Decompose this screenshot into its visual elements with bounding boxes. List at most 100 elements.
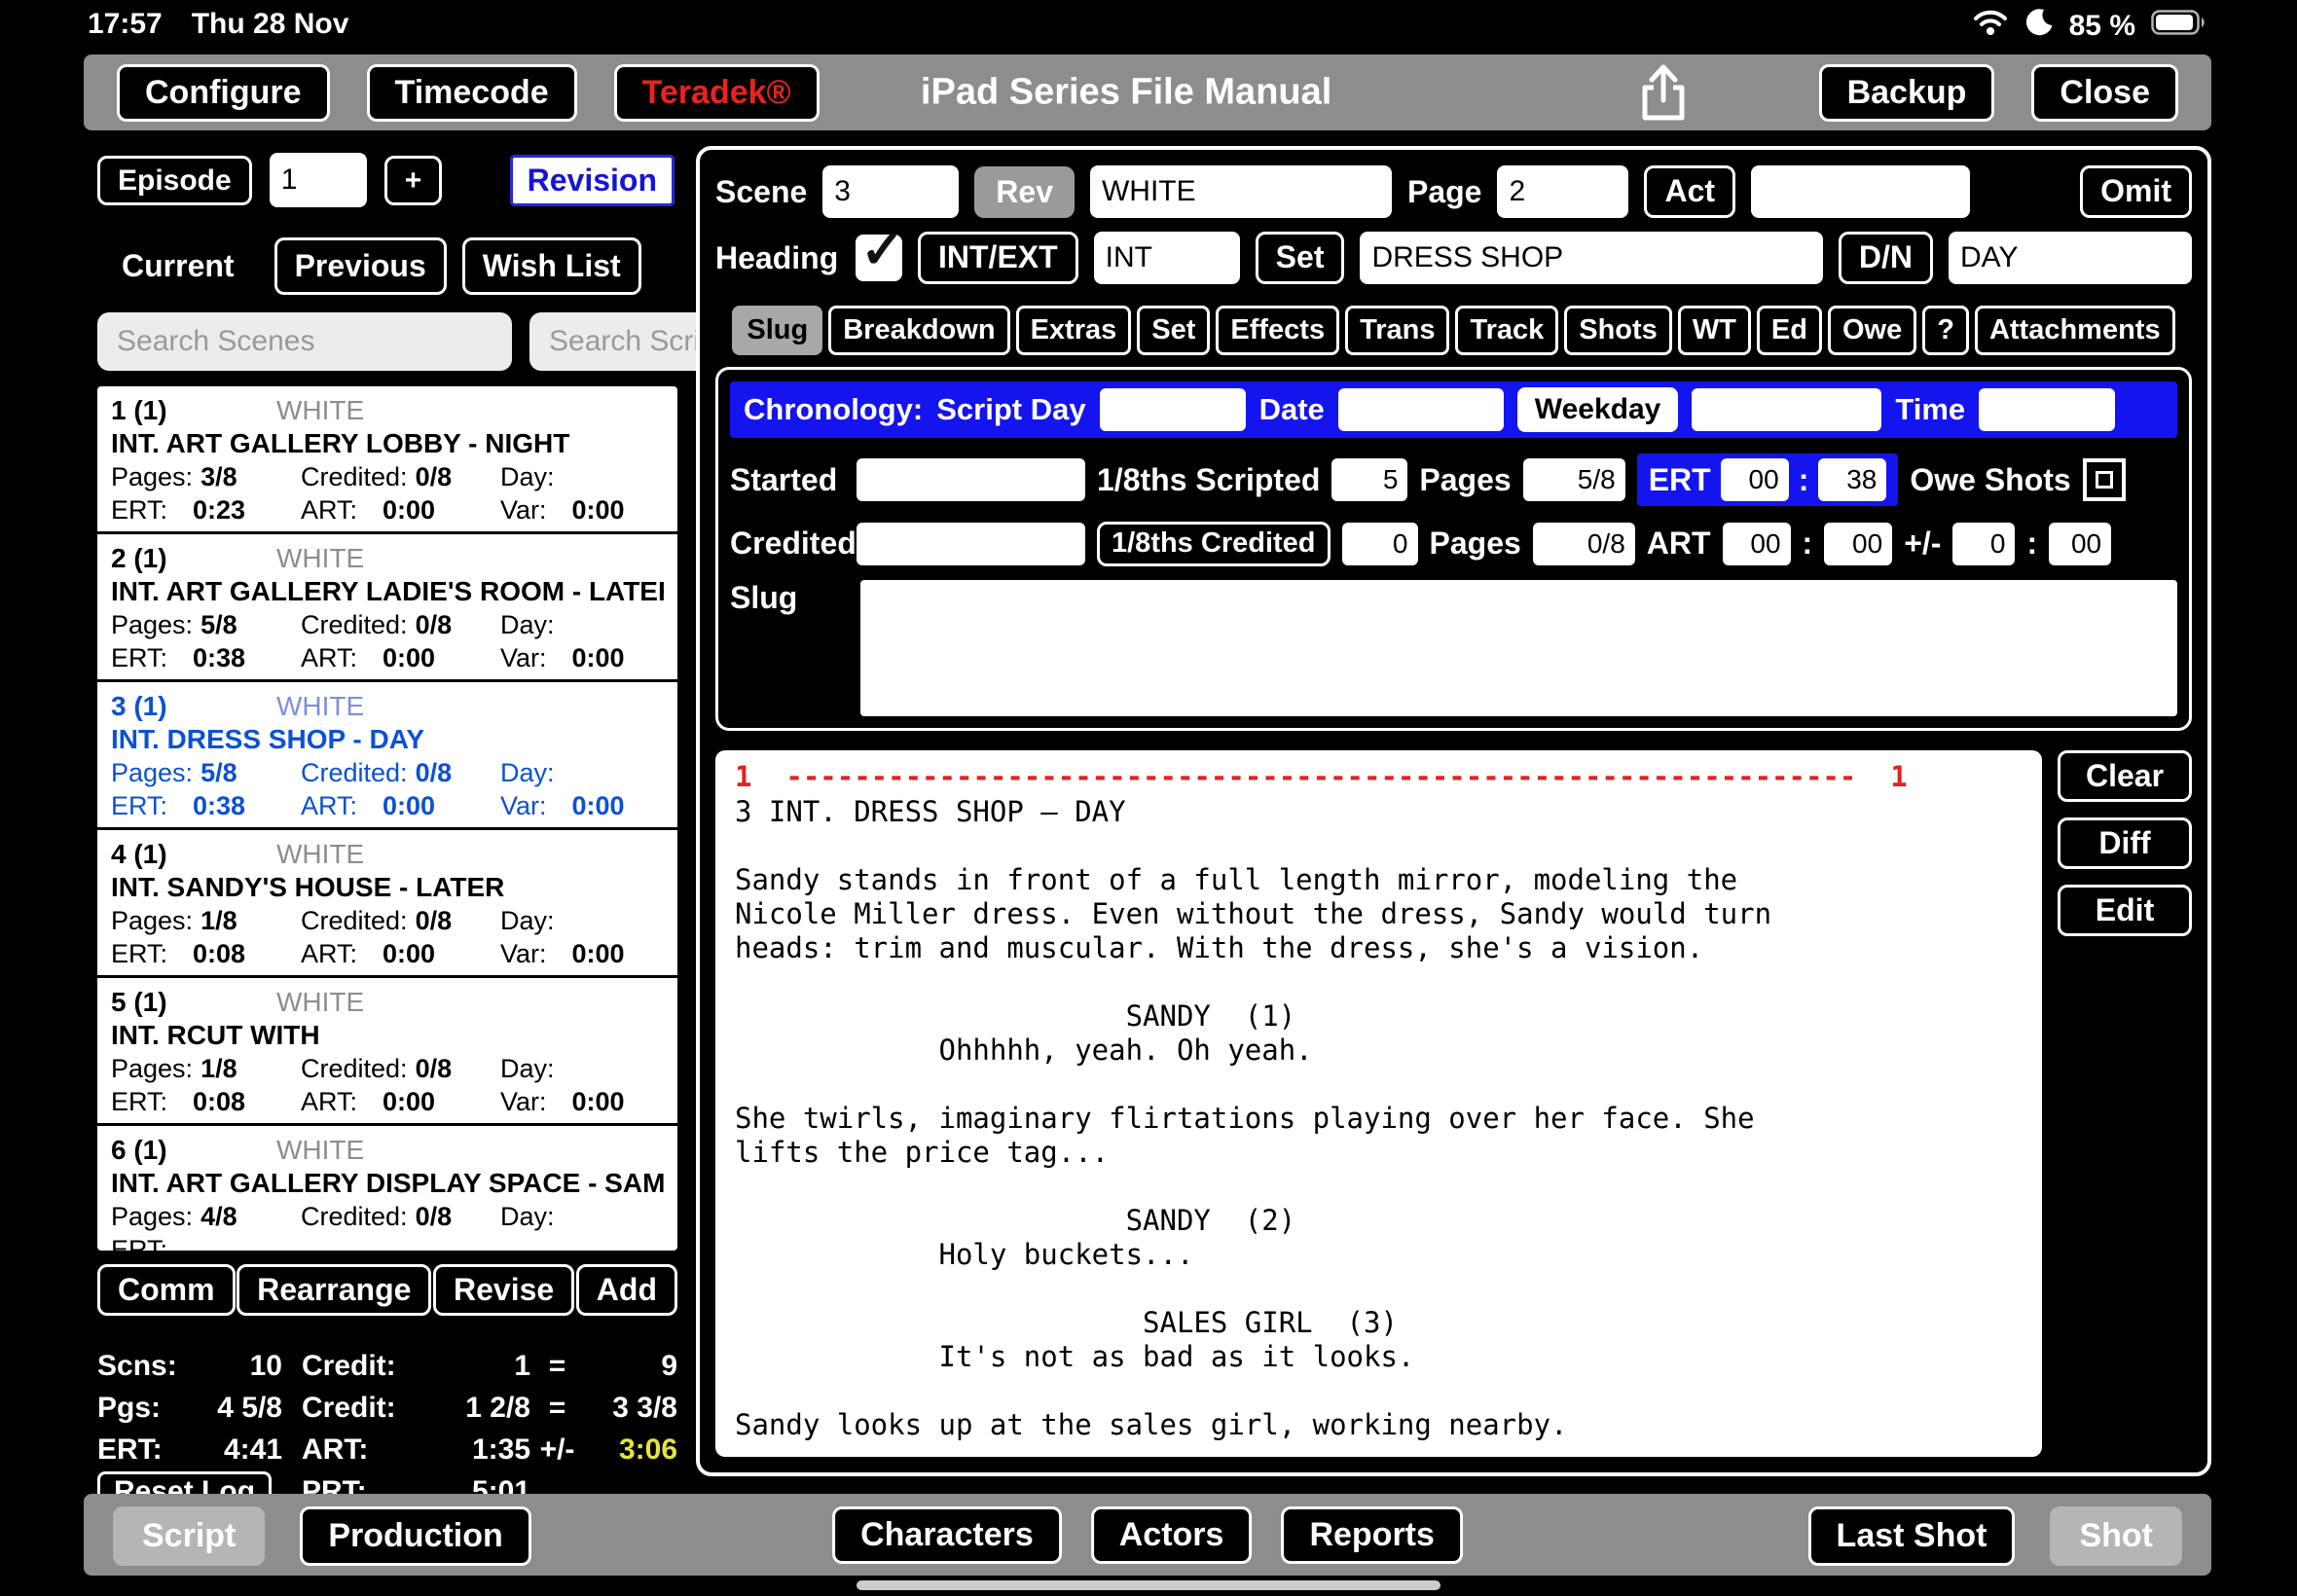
omit-button[interactable]: Omit xyxy=(2080,165,2192,217)
art-label: ART: xyxy=(301,643,357,672)
backup-button[interactable]: Backup xyxy=(1819,64,1995,122)
diff-button[interactable]: Diff xyxy=(2058,817,2192,869)
tab-attachments[interactable]: Attachments xyxy=(1975,306,2175,355)
pages-credited-input[interactable] xyxy=(1533,523,1635,565)
art-total-value: 1:35 xyxy=(423,1429,530,1470)
weekday-button[interactable]: Weekday xyxy=(1517,387,1679,432)
tab-trans[interactable]: Trans xyxy=(1345,306,1449,355)
day-night-input[interactable] xyxy=(1949,232,2192,284)
tab-wt[interactable]: WT xyxy=(1678,306,1751,355)
heading-checkbox[interactable]: ✓ xyxy=(856,235,902,281)
ert-label: ERT: xyxy=(111,939,167,968)
rev-button[interactable]: Rev xyxy=(974,166,1075,218)
scene-slug: INT. ART GALLERY LOBBY - NIGHT xyxy=(111,427,664,460)
plusminus-minutes-input[interactable] xyxy=(1952,523,2015,565)
scene-number: 1 (1) xyxy=(111,394,276,427)
art-seconds-input[interactable] xyxy=(1824,523,1892,565)
credited-input[interactable] xyxy=(857,523,1085,565)
pages-value: 3/8 xyxy=(201,462,237,491)
revise-button[interactable]: Revise xyxy=(433,1264,574,1316)
revision-button[interactable]: Revision xyxy=(507,152,677,209)
reports-button[interactable]: Reports xyxy=(1281,1506,1462,1564)
tab-effects[interactable]: Effects xyxy=(1216,306,1339,355)
scene-list-item-2[interactable]: 2 (1) WHITE INT. ART GALLERY LADIE'S ROO… xyxy=(97,534,677,682)
script-day-input[interactable] xyxy=(1100,388,1246,431)
owe-shots-checkbox[interactable] xyxy=(2083,458,2126,501)
set-input[interactable] xyxy=(1360,232,1822,284)
add-episode-button[interactable]: + xyxy=(384,156,443,205)
tab-extras[interactable]: Extras xyxy=(1016,306,1132,355)
date-input[interactable] xyxy=(1338,388,1504,431)
tab-question[interactable]: ? xyxy=(1922,306,1969,355)
scene-list-item-1[interactable]: 1 (1) WHITE INT. ART GALLERY LOBBY - NIG… xyxy=(97,386,677,534)
timecode-button[interactable]: Timecode xyxy=(367,64,577,122)
totals-summary: Scns: 10 Credit: 1 = 9 Pgs: 4 5/8 Credit… xyxy=(97,1345,677,1512)
app-title: iPad Series File Manual xyxy=(921,72,1331,114)
scene-list-item-4[interactable]: 4 (1) WHITE INT. SANDY'S HOUSE - LATER P… xyxy=(97,830,677,978)
clear-button[interactable]: Clear xyxy=(2058,750,2192,802)
share-export-icon[interactable] xyxy=(1629,60,1697,125)
last-shot-button[interactable]: Last Shot xyxy=(1808,1506,2016,1566)
episode-number-input[interactable] xyxy=(270,153,367,207)
tab-track[interactable]: Track xyxy=(1455,306,1558,355)
eighths-credited-button[interactable]: 1/8ths Credited xyxy=(1097,522,1331,566)
scene-slug: INT. ART GALLERY DISPLAY SPACE - SAME… xyxy=(111,1167,664,1200)
day-label: Day: xyxy=(500,906,555,935)
eighths-credited-input[interactable] xyxy=(1342,523,1418,565)
credited-label: Credited: xyxy=(301,1202,408,1231)
configure-button[interactable]: Configure xyxy=(117,64,330,122)
tab-slug[interactable]: Slug xyxy=(732,306,822,355)
home-indicator[interactable] xyxy=(857,1580,1440,1590)
close-button[interactable]: Close xyxy=(2031,64,2178,122)
scene-list-item-5[interactable]: 5 (1) WHITE INT. RCUT WITH Pages:1/8 Cre… xyxy=(97,978,677,1126)
search-scenes-input[interactable] xyxy=(97,312,512,371)
tab-owe[interactable]: Owe xyxy=(1828,306,1916,355)
edit-button[interactable]: Edit xyxy=(2058,885,2192,936)
episode-button[interactable]: Episode xyxy=(97,156,252,205)
started-input[interactable] xyxy=(857,458,1085,501)
tab-breakdown[interactable]: Breakdown xyxy=(828,306,1009,355)
set-button[interactable]: Set xyxy=(1256,232,1345,283)
pages-scripted-input[interactable] xyxy=(1523,458,1625,501)
rearrange-button[interactable]: Rearrange xyxy=(237,1264,431,1316)
weekday-input[interactable] xyxy=(1692,388,1881,431)
tab-wish-list[interactable]: Wish List xyxy=(462,237,641,295)
actors-button[interactable]: Actors xyxy=(1091,1506,1253,1564)
script-mode-button[interactable]: Script xyxy=(113,1506,265,1566)
production-mode-button[interactable]: Production xyxy=(300,1506,530,1566)
revision-color-input[interactable] xyxy=(1090,165,1392,218)
teradek-button[interactable]: Teradek® xyxy=(614,64,820,122)
pages-value: 1/8 xyxy=(201,1054,237,1083)
int-ext-input[interactable] xyxy=(1094,232,1240,284)
shot-button[interactable]: Shot xyxy=(2050,1506,2182,1566)
scene-list-item-3-selected[interactable]: 3 (1) WHITE INT. DRESS SHOP - DAY Pages:… xyxy=(97,682,677,830)
pages-value: 5/8 xyxy=(201,610,237,639)
tab-previous[interactable]: Previous xyxy=(274,237,447,295)
tab-current[interactable]: Current xyxy=(97,237,259,295)
act-button[interactable]: Act xyxy=(1644,165,1735,217)
art-minutes-input[interactable] xyxy=(1723,523,1791,565)
tab-shots[interactable]: Shots xyxy=(1564,306,1672,355)
day-night-button[interactable]: D/N xyxy=(1839,232,1933,283)
script-page-view[interactable]: 1 --------------------------------------… xyxy=(715,750,2042,1457)
time-input[interactable] xyxy=(1979,388,2115,431)
comm-button[interactable]: Comm xyxy=(97,1264,236,1316)
tab-set[interactable]: Set xyxy=(1137,306,1210,355)
scene-slug: INT. RCUT WITH xyxy=(111,1019,664,1052)
characters-button[interactable]: Characters xyxy=(832,1506,1062,1564)
add-scene-button[interactable]: Add xyxy=(576,1264,677,1316)
ert-minutes-input[interactable] xyxy=(1721,458,1789,501)
int-ext-button[interactable]: INT/EXT xyxy=(918,232,1078,283)
scene-number-input[interactable] xyxy=(822,165,959,218)
tab-ed[interactable]: Ed xyxy=(1757,306,1822,355)
scene-number: 2 (1) xyxy=(111,542,276,575)
status-time: 17:57 xyxy=(88,8,163,41)
page-number-input[interactable] xyxy=(1497,165,1628,218)
art-label: ART: xyxy=(301,495,357,525)
slug-textarea[interactable] xyxy=(860,580,2177,716)
eighths-scripted-input[interactable] xyxy=(1331,458,1407,501)
act-input[interactable] xyxy=(1751,165,1970,218)
ert-seconds-input[interactable] xyxy=(1818,458,1886,501)
plusminus-seconds-input[interactable] xyxy=(2049,523,2111,565)
scene-list-item-6[interactable]: 6 (1) WHITE INT. ART GALLERY DISPLAY SPA… xyxy=(97,1126,677,1251)
